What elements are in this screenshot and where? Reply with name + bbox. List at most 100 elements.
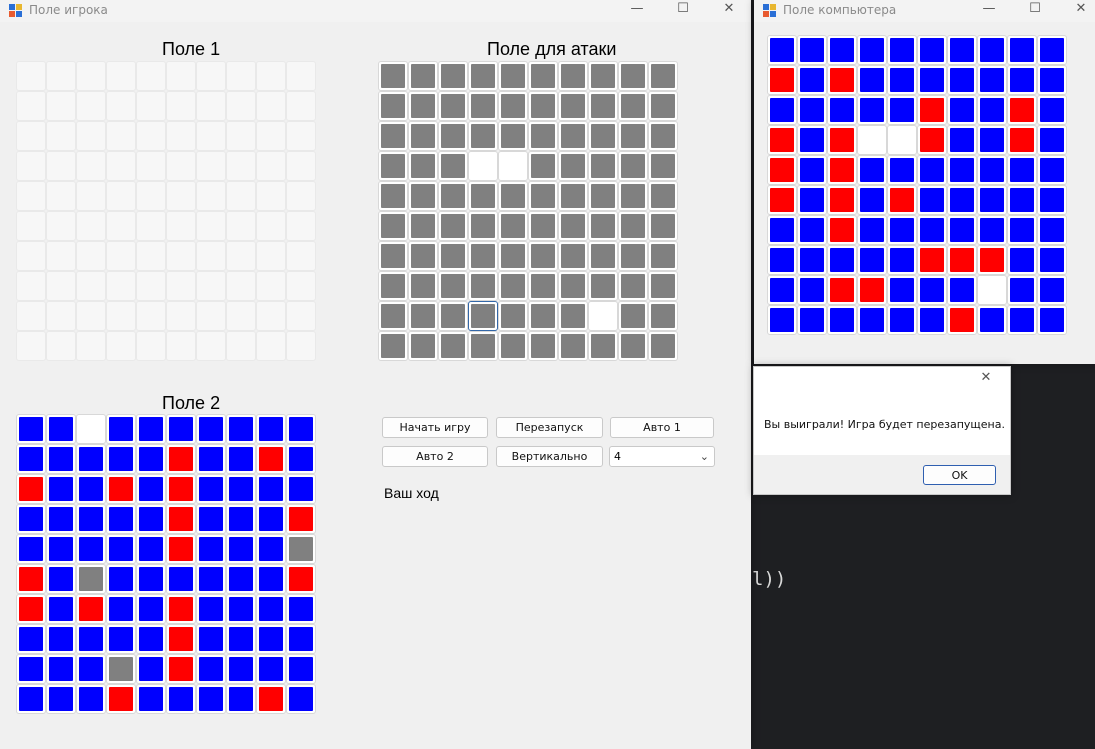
grid-cell[interactable]	[256, 271, 286, 301]
grid-cell[interactable]	[618, 181, 648, 211]
grid-cell[interactable]	[1037, 215, 1067, 245]
grid-cell[interactable]	[256, 211, 286, 241]
grid-cell[interactable]	[136, 121, 166, 151]
grid-cell[interactable]	[106, 181, 136, 211]
grid-cell[interactable]	[977, 215, 1007, 245]
grid-cell[interactable]	[558, 121, 588, 151]
grid-cell[interactable]	[438, 271, 468, 301]
grid-cell[interactable]	[558, 241, 588, 271]
restart-button[interactable]: Перезапуск	[496, 417, 603, 438]
grid-cell[interactable]	[468, 241, 498, 271]
grid-cell[interactable]	[286, 91, 316, 121]
grid-cell[interactable]	[76, 61, 106, 91]
grid-cell[interactable]	[767, 95, 797, 125]
grid-cell[interactable]	[16, 414, 46, 444]
grid-cell[interactable]	[558, 331, 588, 361]
grid-cell[interactable]	[196, 624, 226, 654]
grid-cell[interactable]	[977, 65, 1007, 95]
grid-cell[interactable]	[286, 211, 316, 241]
grid-cell[interactable]	[106, 654, 136, 684]
grid-cell[interactable]	[857, 35, 887, 65]
grid-cell[interactable]	[106, 91, 136, 121]
grid-cell[interactable]	[286, 534, 316, 564]
grid-cell[interactable]	[256, 121, 286, 151]
grid-cell[interactable]	[767, 125, 797, 155]
start-game-button[interactable]: Начать игру	[382, 417, 488, 438]
grid-cell[interactable]	[1007, 305, 1037, 335]
grid-cell[interactable]	[797, 305, 827, 335]
grid-cell[interactable]	[106, 414, 136, 444]
grid-cell[interactable]	[46, 654, 76, 684]
grid-cell[interactable]	[528, 331, 558, 361]
grid-cell[interactable]	[166, 624, 196, 654]
grid-cell[interactable]	[76, 91, 106, 121]
grid-cell[interactable]	[256, 414, 286, 444]
maximize-icon[interactable]: ☐	[660, 0, 706, 20]
grid-cell[interactable]	[46, 504, 76, 534]
grid-cell[interactable]	[46, 301, 76, 331]
grid-cell[interactable]	[618, 211, 648, 241]
grid-cell[interactable]	[76, 241, 106, 271]
grid-cell[interactable]	[977, 125, 1007, 155]
grid-cell[interactable]	[1037, 95, 1067, 125]
grid-cell[interactable]	[917, 305, 947, 335]
grid-cell[interactable]	[46, 211, 76, 241]
grid-cell[interactable]	[917, 245, 947, 275]
grid-cell[interactable]	[378, 121, 408, 151]
close-icon[interactable]: ✕	[1058, 0, 1095, 20]
grid-cell[interactable]	[648, 121, 678, 151]
grid-cell[interactable]	[76, 504, 106, 534]
grid-cell[interactable]	[827, 95, 857, 125]
grid-cell[interactable]	[1007, 155, 1037, 185]
grid-cell[interactable]	[588, 271, 618, 301]
grid-cell[interactable]	[438, 151, 468, 181]
grid-cell[interactable]	[1007, 275, 1037, 305]
grid-cell[interactable]	[977, 185, 1007, 215]
grid-cell[interactable]	[887, 95, 917, 125]
grid-cell[interactable]	[166, 684, 196, 714]
grid-cell[interactable]	[558, 151, 588, 181]
grid-cell[interactable]	[408, 91, 438, 121]
grid-cell[interactable]	[196, 241, 226, 271]
grid-cell[interactable]	[618, 301, 648, 331]
grid-cell[interactable]	[76, 414, 106, 444]
grid-cell[interactable]	[46, 331, 76, 361]
grid-cell[interactable]	[136, 594, 166, 624]
grid-cell[interactable]	[648, 301, 678, 331]
grid-cell[interactable]	[286, 474, 316, 504]
grid-cell[interactable]	[1037, 275, 1067, 305]
field2-grid[interactable]	[16, 414, 316, 714]
grid-cell[interactable]	[917, 185, 947, 215]
grid-cell[interactable]	[166, 61, 196, 91]
grid-cell[interactable]	[136, 564, 166, 594]
grid-cell[interactable]	[528, 151, 558, 181]
grid-cell[interactable]	[106, 474, 136, 504]
grid-cell[interactable]	[46, 564, 76, 594]
grid-cell[interactable]	[917, 65, 947, 95]
grid-cell[interactable]	[468, 91, 498, 121]
grid-cell[interactable]	[498, 211, 528, 241]
grid-cell[interactable]	[977, 245, 1007, 275]
grid-cell[interactable]	[498, 331, 528, 361]
grid-cell[interactable]	[76, 271, 106, 301]
grid-cell[interactable]	[618, 241, 648, 271]
grid-cell[interactable]	[106, 301, 136, 331]
grid-cell[interactable]	[588, 61, 618, 91]
grid-cell[interactable]	[16, 624, 46, 654]
grid-cell[interactable]	[947, 185, 977, 215]
grid-cell[interactable]	[528, 211, 558, 241]
grid-cell[interactable]	[16, 151, 46, 181]
grid-cell[interactable]	[196, 564, 226, 594]
grid-cell[interactable]	[226, 414, 256, 444]
grid-cell[interactable]	[378, 271, 408, 301]
grid-cell[interactable]	[76, 121, 106, 151]
grid-cell[interactable]	[226, 61, 256, 91]
grid-cell[interactable]	[408, 151, 438, 181]
grid-cell[interactable]	[46, 474, 76, 504]
grid-cell[interactable]	[947, 275, 977, 305]
grid-cell[interactable]	[16, 594, 46, 624]
grid-cell[interactable]	[166, 331, 196, 361]
grid-cell[interactable]	[468, 121, 498, 151]
grid-cell[interactable]	[468, 211, 498, 241]
ship-size-select[interactable]: 4 ⌄	[609, 446, 715, 467]
